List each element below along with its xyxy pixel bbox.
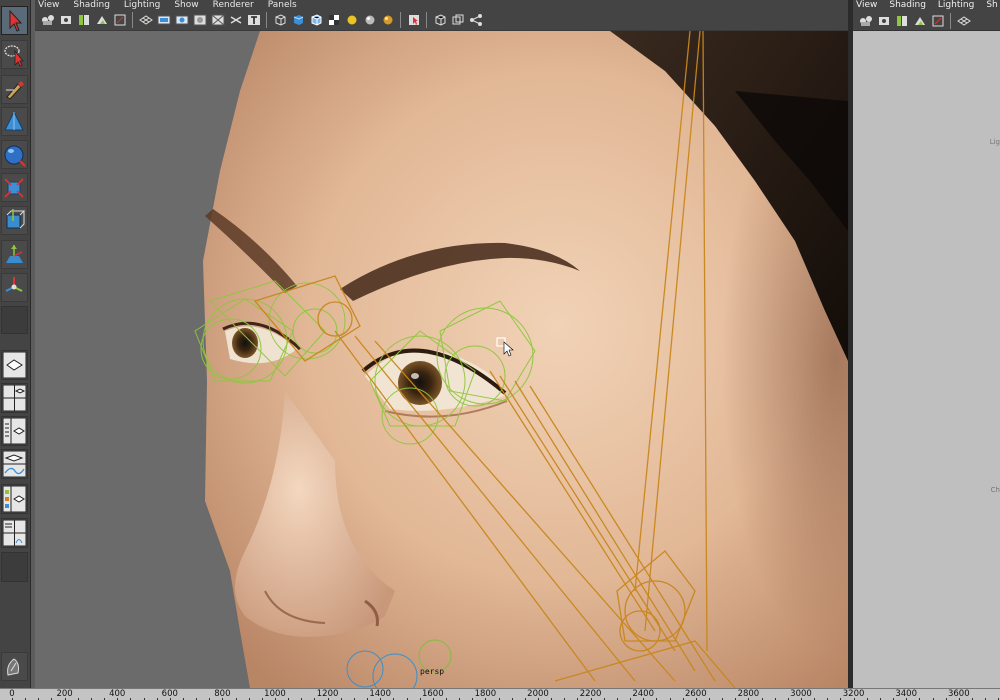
single-pane-layout-icon[interactable] bbox=[1, 350, 28, 380]
2d-pan-zoom-icon[interactable] bbox=[929, 12, 946, 29]
safe-action-icon[interactable] bbox=[227, 12, 244, 29]
move-tool-icon[interactable] bbox=[1, 107, 28, 136]
scale-tool-icon[interactable] bbox=[1, 173, 28, 202]
shadows-icon[interactable] bbox=[379, 12, 396, 29]
four-pane-layout-icon[interactable] bbox=[1, 383, 28, 413]
tool-shelf-grip bbox=[1, 306, 28, 334]
menu-lighting[interactable]: Lighting bbox=[938, 0, 974, 10]
secondary-menu-bar: View Shading Lighting Sh bbox=[853, 0, 1000, 10]
camera-attributes-icon[interactable] bbox=[57, 12, 74, 29]
bookmarks-icon[interactable] bbox=[893, 12, 910, 29]
menu-view[interactable]: View bbox=[38, 0, 59, 10]
share-panel-icon[interactable] bbox=[467, 12, 484, 29]
layout-shelf-grip bbox=[1, 552, 28, 582]
bookmarks-icon[interactable] bbox=[75, 12, 92, 29]
menu-show[interactable]: Show bbox=[174, 0, 198, 10]
isolate-select-icon[interactable] bbox=[405, 12, 422, 29]
time-slider[interactable]: 0 200 400 600 800 1000 1200 1400 1600 1800 2000 220… bbox=[0, 688, 1000, 700]
secondary-toolbar bbox=[853, 10, 1000, 31]
panel-toolbar bbox=[35, 10, 848, 31]
menu-view[interactable]: View bbox=[856, 0, 877, 10]
menu-shading[interactable]: Shading bbox=[73, 0, 110, 10]
rotate-tool-icon[interactable] bbox=[1, 140, 28, 169]
image-plane-icon[interactable] bbox=[93, 12, 110, 29]
2d-pan-zoom-icon[interactable] bbox=[111, 12, 128, 29]
film-gate-icon[interactable] bbox=[155, 12, 172, 29]
grid-icon[interactable] bbox=[137, 12, 154, 29]
select-camera-icon[interactable] bbox=[39, 12, 56, 29]
camera-name-label: persp bbox=[420, 667, 445, 676]
manipulator-icon[interactable] bbox=[1, 206, 28, 235]
3d-viewport[interactable]: persp bbox=[35, 31, 848, 688]
xray-icon[interactable] bbox=[431, 12, 448, 29]
outliner-layout-icon[interactable] bbox=[1, 416, 28, 446]
script-editor-layout-icon[interactable] bbox=[1, 518, 28, 548]
textured-icon[interactable] bbox=[325, 12, 342, 29]
all-lights-icon[interactable] bbox=[361, 12, 378, 29]
safe-title-icon[interactable] bbox=[245, 12, 262, 29]
tool-box bbox=[0, 0, 31, 688]
camera-attributes-icon[interactable] bbox=[875, 12, 892, 29]
field-chart-icon[interactable] bbox=[209, 12, 226, 29]
gate-mask-icon[interactable] bbox=[191, 12, 208, 29]
grid-icon[interactable] bbox=[955, 12, 972, 29]
resolution-gate-icon[interactable] bbox=[173, 12, 190, 29]
paint-select-icon[interactable] bbox=[1, 75, 28, 104]
select-camera-icon[interactable] bbox=[857, 12, 874, 29]
smooth-shade-icon[interactable] bbox=[289, 12, 306, 29]
face-rig-render bbox=[35, 31, 848, 688]
hypershade-layout-icon[interactable] bbox=[1, 484, 28, 514]
side-tag-lighting: Lig bbox=[989, 138, 1000, 146]
menu-panels[interactable]: Panels bbox=[268, 0, 297, 10]
side-tag-channels: Ch bbox=[990, 486, 1000, 494]
wireframe-on-shaded-icon[interactable] bbox=[307, 12, 324, 29]
show-manipulator-icon[interactable] bbox=[1, 273, 28, 302]
menu-lighting[interactable]: Lighting bbox=[124, 0, 160, 10]
graph-editor-layout-icon[interactable] bbox=[1, 449, 28, 479]
secondary-panel: View Shading Lighting Sh Lig Ch bbox=[853, 0, 1000, 688]
soft-mod-icon[interactable] bbox=[1, 240, 28, 269]
wireframe-icon[interactable] bbox=[271, 12, 288, 29]
secondary-panel-header: View Shading Lighting Sh bbox=[853, 0, 1000, 31]
default-lighting-icon[interactable] bbox=[343, 12, 360, 29]
menu-renderer[interactable]: Renderer bbox=[213, 0, 254, 10]
menu-show[interactable]: Sh bbox=[986, 0, 997, 10]
select-arrow-icon[interactable] bbox=[1, 6, 28, 35]
image-plane-icon[interactable] bbox=[911, 12, 928, 29]
panel-header: View Shading Lighting Show Renderer Pane… bbox=[35, 0, 848, 31]
menu-shading[interactable]: Shading bbox=[889, 0, 926, 10]
panel-menu-bar: View Shading Lighting Show Renderer Pane… bbox=[35, 0, 848, 10]
xray-joints-icon[interactable] bbox=[449, 12, 466, 29]
perspective-panel: View Shading Lighting Show Renderer Pane… bbox=[35, 0, 848, 688]
lasso-select-icon[interactable] bbox=[1, 40, 28, 69]
command-line-icon[interactable] bbox=[1, 652, 28, 681]
